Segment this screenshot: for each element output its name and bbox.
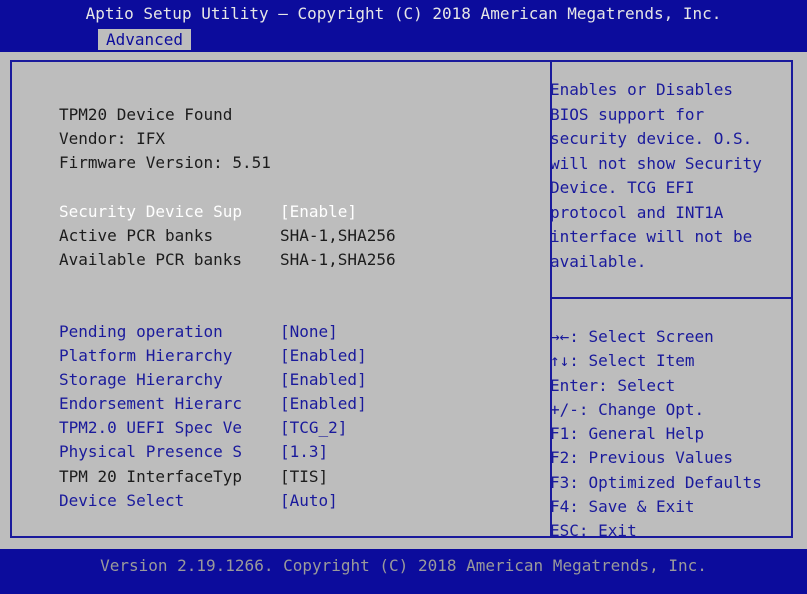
- active-pcr-banks-value: SHA-1,SHA256: [280, 226, 396, 245]
- physical-presence-value[interactable]: [1.3]: [280, 442, 328, 461]
- security-device-support-value[interactable]: [Enable]: [280, 202, 357, 221]
- key-help-select-item: ↑↓: Select Item: [550, 351, 695, 371]
- version-footer: Version 2.19.1266. Copyright (C) 2018 Am…: [100, 556, 707, 575]
- firmware-version: Firmware Version: 5.51: [59, 153, 271, 172]
- available-pcr-banks-label: Available PCR banks: [59, 250, 243, 269]
- tpm-uefi-spec-value[interactable]: [TCG_2]: [280, 418, 347, 437]
- storage-hierarchy-value[interactable]: [Enabled]: [280, 370, 367, 389]
- pending-operation-label[interactable]: Pending operation: [59, 322, 223, 341]
- platform-hierarchy-value[interactable]: [Enabled]: [280, 346, 367, 365]
- endorsement-hierarchy-value[interactable]: [Enabled]: [280, 394, 367, 413]
- device-select-label[interactable]: Device Select: [59, 491, 184, 510]
- tpm-device-found: TPM20 Device Found: [59, 105, 233, 124]
- key-help-f1: F1: General Help: [550, 424, 705, 444]
- available-pcr-banks-value: SHA-1,SHA256: [280, 250, 396, 269]
- device-select-value[interactable]: [Auto]: [280, 491, 338, 510]
- key-help-change-opt: +/-: Change Opt.: [550, 399, 705, 419]
- pending-operation-value[interactable]: [None]: [280, 322, 338, 341]
- key-help-list: →←: Select Screen ↑↓: Select Item Enter:…: [550, 325, 790, 544]
- horizontal-divider: [552, 297, 793, 299]
- storage-hierarchy-label[interactable]: Storage Hierarchy: [59, 370, 223, 389]
- active-pcr-banks-label: Active PCR banks: [59, 226, 214, 245]
- key-help-enter: Enter: Select: [550, 375, 676, 395]
- vendor-info: Vendor: IFX: [59, 129, 165, 148]
- tab-advanced[interactable]: Advanced: [98, 29, 192, 50]
- endorsement-hierarchy-label[interactable]: Endorsement Hierarc: [59, 394, 242, 413]
- header-bar: Aptio Setup Utility – Copyright (C) 2018…: [0, 0, 807, 52]
- footer-bar: Version 2.19.1266. Copyright (C) 2018 Am…: [0, 549, 807, 594]
- help-text: Enables or Disables BIOS support for sec…: [550, 80, 762, 271]
- main-panel: TPM20 Device Found Vendor: IFX Firmware …: [0, 52, 807, 549]
- tpm-uefi-spec-label[interactable]: TPM2.0 UEFI Spec Ve: [59, 418, 242, 437]
- key-help-f2: F2: Previous Values: [550, 448, 734, 468]
- platform-hierarchy-label[interactable]: Platform Hierarchy: [59, 346, 232, 365]
- key-help-f3: F3: Optimized Defaults: [550, 472, 762, 492]
- app-title: Aptio Setup Utility – Copyright (C) 2018…: [85, 4, 722, 23]
- key-help-f4: F4: Save & Exit: [550, 497, 695, 517]
- security-device-support-label[interactable]: Security Device Sup: [59, 202, 242, 221]
- key-help-select-screen: →←: Select Screen: [550, 327, 714, 346]
- physical-presence-label[interactable]: Physical Presence S: [59, 442, 242, 461]
- key-help-esc: ESC: Exit: [550, 521, 637, 541]
- tpm-interface-type-value: [TIS]: [280, 467, 329, 486]
- content-frame: TPM20 Device Found Vendor: IFX Firmware …: [10, 60, 793, 540]
- tpm-interface-type-label: TPM 20 InterfaceTyp: [59, 467, 243, 486]
